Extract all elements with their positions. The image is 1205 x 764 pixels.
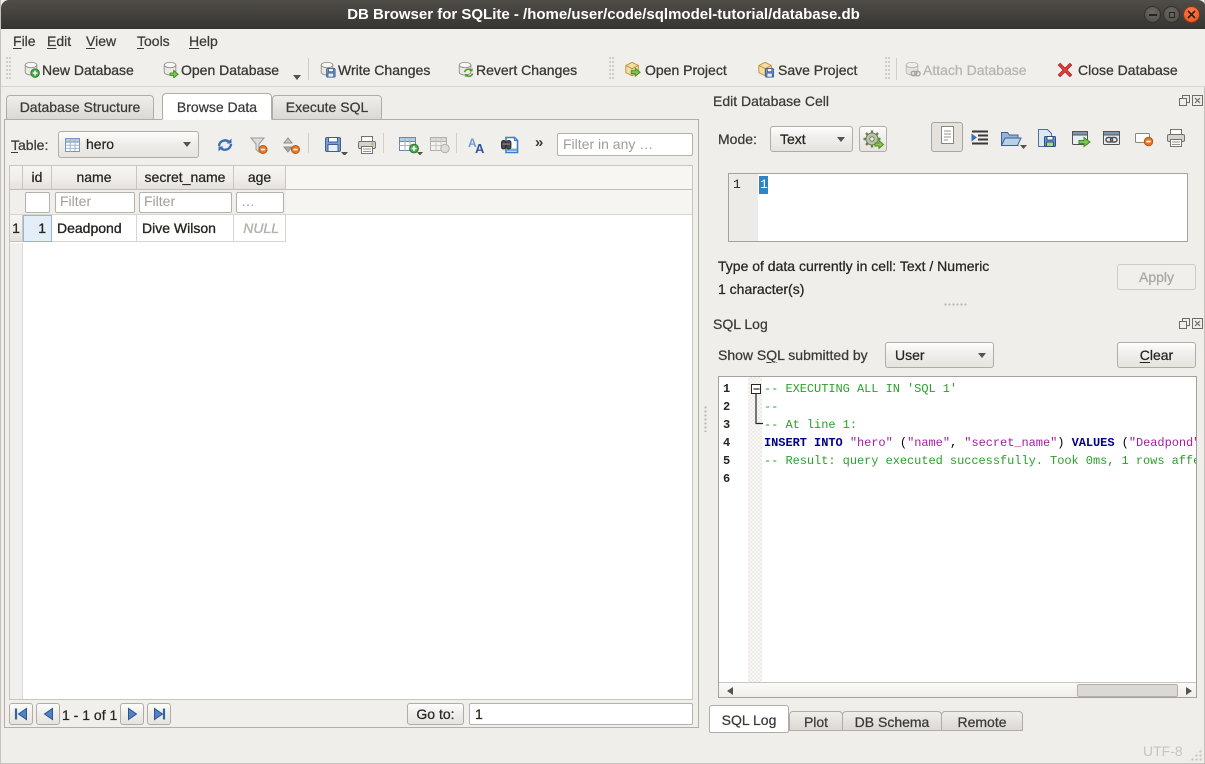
svg-text:A: A: [475, 141, 485, 155]
